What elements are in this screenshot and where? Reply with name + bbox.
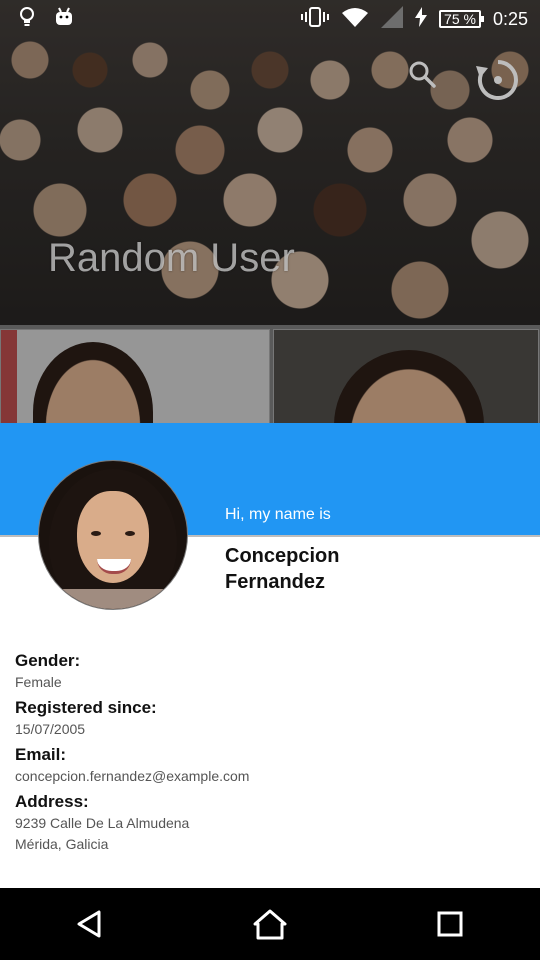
home-icon[interactable]	[240, 894, 300, 954]
restore-icon[interactable]	[474, 56, 522, 104]
search-icon[interactable]	[406, 58, 438, 90]
card-strip	[0, 325, 540, 425]
next-user-card[interactable]	[273, 329, 539, 425]
email-value[interactable]: concepcion.fernandez@example.com	[15, 766, 525, 787]
previous-user-card[interactable]	[0, 329, 270, 425]
vibrate-icon	[301, 6, 330, 32]
last-name: Fernandez	[225, 571, 326, 593]
battery-indicator: 75 %	[439, 10, 484, 28]
registered-label: Registered since:	[15, 698, 157, 717]
navigation-bar	[0, 888, 540, 960]
user-details: Gender: Female Registered since: 15/07/2…	[15, 650, 525, 859]
first-name: Concepcion	[225, 545, 340, 567]
address-line-1: 9239 Calle De La Almudena	[15, 815, 190, 831]
gender-value: Female	[15, 674, 62, 690]
app-title: Random User	[48, 236, 295, 280]
avatar	[38, 460, 188, 610]
status-time: 0:25	[492, 8, 528, 29]
header-banner: Random User	[0, 0, 540, 325]
lightbulb-icon	[18, 6, 36, 33]
email-label: Email:	[15, 745, 67, 764]
address-label: Address:	[15, 792, 89, 811]
registered-value: 15/07/2005	[15, 721, 86, 737]
recents-icon[interactable]	[420, 894, 480, 954]
back-icon[interactable]	[60, 894, 120, 954]
signal-icon	[381, 5, 404, 33]
gender-label: Gender:	[15, 651, 81, 670]
address-line-2: Mérida, Galicia	[15, 836, 109, 852]
charging-icon	[415, 6, 428, 32]
greeting-label: Hi, my name is	[225, 506, 331, 523]
user-name: Concepcion Fernandez	[225, 543, 339, 595]
android-icon	[54, 7, 74, 32]
status-bar: 75 % 0:25	[0, 0, 540, 38]
wifi-icon	[341, 6, 369, 33]
